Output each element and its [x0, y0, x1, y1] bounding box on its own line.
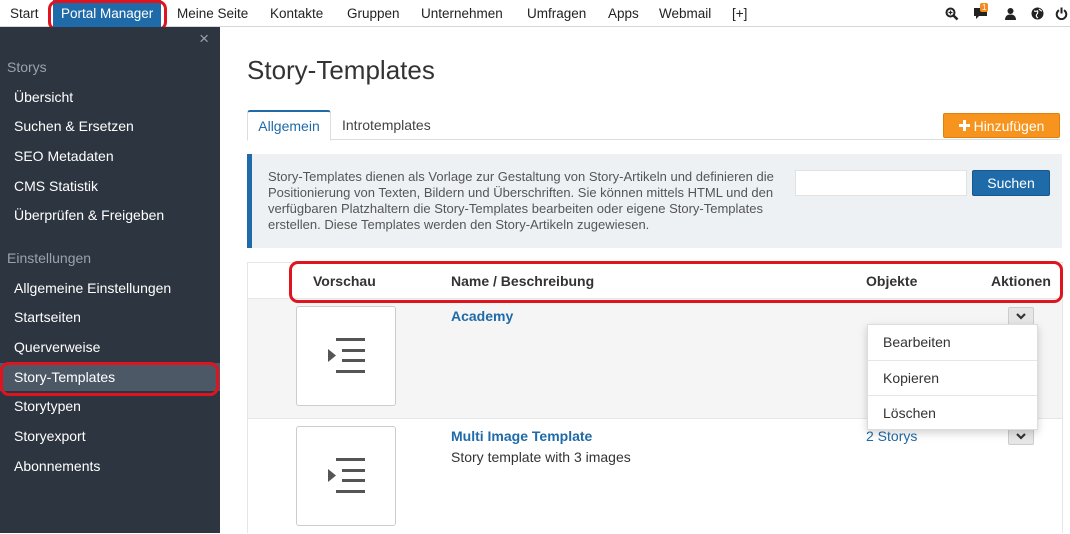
- tab-introtemplates[interactable]: Introtemplates: [342, 110, 431, 141]
- sidebar: × Storys Übersicht Suchen & Ersetzen SEO…: [0, 27, 220, 533]
- sidebar-item-suchen-ersetzen[interactable]: Suchen & Ersetzen: [0, 112, 220, 140]
- sidebar-section-einstellungen: Einstellungen: [7, 250, 92, 266]
- sidebar-item-storyexport[interactable]: Storyexport: [0, 422, 220, 450]
- menu-item-loeschen[interactable]: Löschen: [868, 395, 1037, 430]
- nav-gruppen[interactable]: Gruppen: [347, 0, 400, 27]
- tab-allgemein[interactable]: Allgemein: [247, 110, 331, 141]
- template-name[interactable]: Academy: [451, 308, 513, 324]
- column-objekte[interactable]: Objekte: [866, 273, 917, 289]
- nav-unternehmen[interactable]: Unternehmen: [421, 0, 503, 27]
- nav-meine-seite[interactable]: Meine Seite: [177, 0, 248, 27]
- actions-dropdown-button[interactable]: [1008, 307, 1034, 325]
- nav-umfragen[interactable]: Umfragen: [527, 0, 586, 27]
- template-name[interactable]: Multi Image Template: [451, 428, 592, 444]
- plus-icon: [958, 120, 970, 131]
- nav-apps[interactable]: Apps: [608, 0, 639, 27]
- column-vorschau[interactable]: Vorschau: [313, 273, 376, 289]
- chevron-down-icon: [1016, 312, 1026, 320]
- table-row: Multi Image Template Story template with…: [248, 419, 1062, 534]
- top-navigation: Start Portal Manager Meine Seite Kontakt…: [0, 0, 1070, 27]
- sidebar-item-allgemeine-einstellungen[interactable]: Allgemeine Einstellungen: [0, 274, 220, 302]
- info-text: Story-Templates dienen als Vorlage zur G…: [268, 169, 774, 232]
- template-preview[interactable]: [296, 306, 396, 406]
- page-title: Story-Templates: [247, 55, 435, 85]
- search-button[interactable]: Suchen: [972, 170, 1050, 196]
- sidebar-item-ueberpruefen[interactable]: Überprüfen & Freigeben: [0, 201, 220, 229]
- nav-kontakte[interactable]: Kontakte: [270, 0, 323, 27]
- tab-bar: Allgemein Introtemplates: [247, 110, 1060, 141]
- nav-add-more[interactable]: [+]: [732, 0, 747, 27]
- info-box: Story-Templates dienen als Vorlage zur G…: [247, 154, 1062, 248]
- template-preview[interactable]: [296, 426, 396, 526]
- column-aktionen: Aktionen: [991, 273, 1051, 289]
- chat-icon[interactable]: 1: [970, 0, 990, 27]
- add-button[interactable]: Hinzufügen: [943, 113, 1060, 138]
- template-icon: [328, 338, 365, 373]
- actions-menu: Bearbeiten Kopieren Löschen: [867, 324, 1038, 430]
- close-icon[interactable]: ×: [199, 29, 209, 49]
- sidebar-item-cms-statistik[interactable]: CMS Statistik: [0, 172, 220, 200]
- sidebar-item-uebersicht[interactable]: Übersicht: [0, 83, 220, 111]
- search-icon[interactable]: [942, 0, 962, 27]
- globe-icon[interactable]: [1027, 0, 1047, 27]
- column-name-beschreibung[interactable]: Name / Beschreibung: [451, 273, 594, 289]
- user-icon[interactable]: [1000, 0, 1020, 27]
- sidebar-item-story-templates[interactable]: Story-Templates: [0, 363, 220, 391]
- table-header: Vorschau Name / Beschreibung Objekte Akt…: [248, 263, 1062, 299]
- menu-item-kopieren[interactable]: Kopieren: [868, 360, 1037, 395]
- chevron-down-icon: [1016, 432, 1026, 440]
- sidebar-item-abonnements[interactable]: Abonnements: [0, 452, 220, 480]
- add-button-label: Hinzufügen: [973, 117, 1045, 134]
- sidebar-item-seo-metadaten[interactable]: SEO Metadaten: [0, 142, 220, 170]
- nav-webmail[interactable]: Webmail: [659, 0, 711, 27]
- menu-item-bearbeiten[interactable]: Bearbeiten: [868, 325, 1037, 360]
- nav-portal-manager[interactable]: Portal Manager: [53, 0, 162, 27]
- nav-start[interactable]: Start: [10, 0, 39, 27]
- sidebar-item-storytypen[interactable]: Storytypen: [0, 392, 220, 420]
- notification-badge: 1: [980, 3, 989, 12]
- template-icon: [328, 458, 365, 493]
- sidebar-item-querverweise[interactable]: Querverweise: [0, 333, 220, 361]
- main-content: Story-Templates Allgemein Introtemplates…: [220, 27, 1070, 534]
- sidebar-item-startseiten[interactable]: Startseiten: [0, 303, 220, 331]
- power-icon[interactable]: [1051, 0, 1070, 27]
- search-input[interactable]: [795, 170, 967, 196]
- sidebar-section-storys: Storys: [7, 59, 47, 75]
- template-description: Story template with 3 images: [451, 449, 631, 465]
